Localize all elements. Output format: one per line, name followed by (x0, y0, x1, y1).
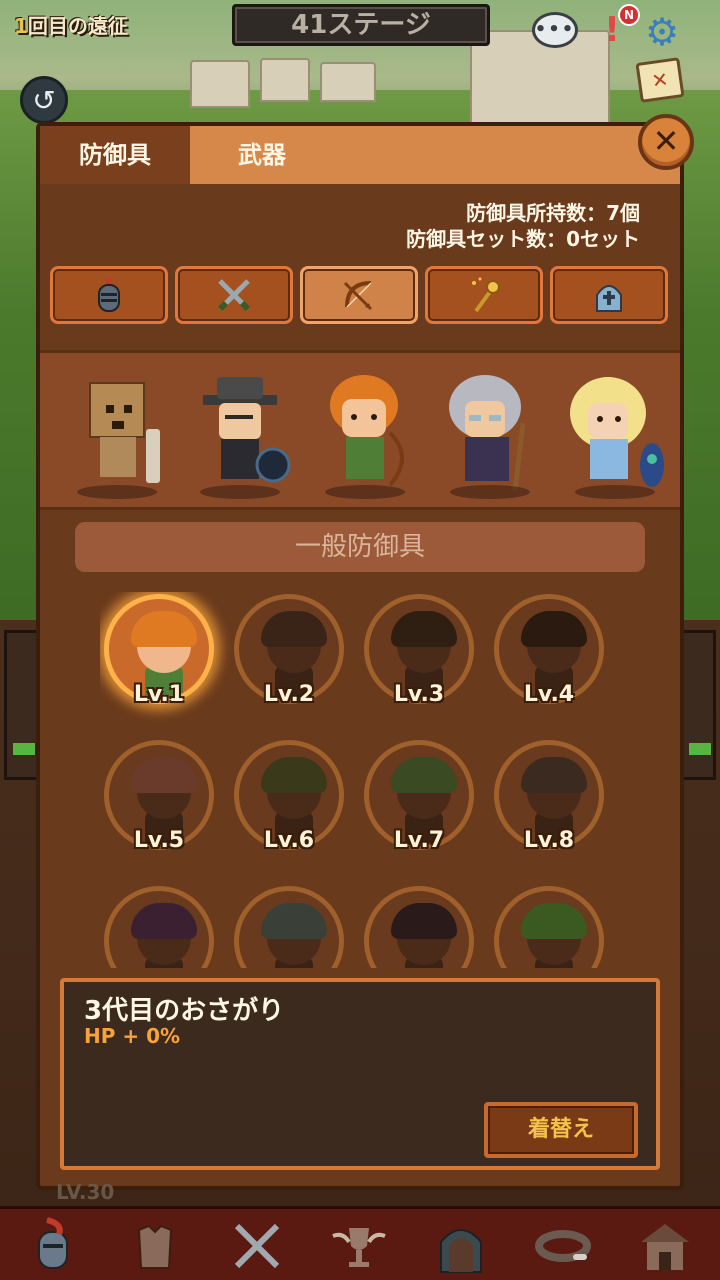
tab-armor[interactable]: 防御具 (40, 126, 190, 184)
class-mage-button[interactable] (425, 266, 543, 324)
nav-hero-button[interactable] (10, 1213, 96, 1279)
skin-slot[interactable]: Lv.1 (100, 592, 218, 712)
skin-slot[interactable] (490, 884, 608, 968)
skin-level-label: Lv.5 (133, 828, 185, 853)
class-knight-button[interactable] (50, 266, 168, 324)
set-count: 防御具セット数：0セット (406, 227, 640, 251)
skin-portrait (364, 886, 474, 968)
expedition-count: 1回目の遠征 (14, 14, 128, 38)
skin-slot[interactable]: Lv.7 (360, 738, 478, 858)
skin-level-label: Lv.3 (393, 682, 445, 707)
dungeon-gate-nav-icon (440, 1229, 482, 1273)
skin-level-label: Lv.1 (133, 682, 185, 707)
princess-hero[interactable] (560, 373, 670, 503)
skin-portrait (494, 886, 604, 968)
skin-level-label: Lv.8 (523, 828, 575, 853)
large-tent (470, 30, 610, 130)
crossed-swords-icon (217, 279, 251, 312)
hero-selector (40, 350, 680, 510)
skin-level-label: Lv.2 (263, 682, 315, 707)
skin-grid: Lv.1 Lv.2 Lv.3 Lv.4 Lv.5 Lv.6 Lv.7 Lv.8 (100, 592, 620, 968)
rewind-icon[interactable]: ↺ (20, 76, 68, 124)
armor-counts: 防御具所持数：7個 防御具セット数：0セット (300, 200, 640, 252)
skin-stat: HP + 0% (84, 1024, 181, 1048)
magic-staff-icon (472, 277, 500, 313)
class-archer-button[interactable] (300, 266, 418, 324)
close-button[interactable]: ✕ (638, 114, 694, 170)
side-panel-right (680, 630, 716, 780)
nav-shop-button[interactable] (622, 1213, 708, 1279)
nav-dungeon-button[interactable] (418, 1213, 504, 1279)
swords-nav-icon (234, 1223, 280, 1269)
skin-info-panel: 3代目のおさがり HP + 0% 着替え (60, 978, 660, 1170)
knight-helmet-nav-icon (38, 1217, 68, 1269)
shop-nav-icon (641, 1224, 689, 1270)
bow-arrow-icon (343, 281, 373, 311)
fedora-chef-hero[interactable] (185, 373, 295, 503)
skin-portrait (234, 886, 344, 968)
collar-nav-icon (535, 1230, 591, 1262)
side-panel-left (4, 630, 40, 780)
wizard-elder-hero[interactable] (435, 373, 545, 503)
change-outfit-button[interactable]: 着替え (484, 1102, 638, 1158)
owned-count: 防御具所持数：7個 (466, 201, 640, 225)
class-priest-button[interactable] (550, 266, 668, 324)
archer-girl-hero[interactable] (310, 373, 420, 503)
tab-weapon[interactable]: 武器 (190, 126, 680, 184)
nav-pet-button[interactable] (520, 1213, 606, 1279)
skin-slot[interactable]: Lv.5 (100, 738, 218, 858)
nav-armor-button[interactable] (112, 1213, 198, 1279)
skin-level-label: Lv.7 (393, 828, 445, 853)
trophy-nav-icon (332, 1228, 386, 1267)
section-title: 一般防御具 (75, 522, 645, 572)
tent (260, 58, 310, 102)
bottom-nav (0, 1206, 720, 1280)
skin-slot[interactable]: Lv.6 (230, 738, 348, 858)
hero-level-label: LV.30 (56, 1180, 115, 1204)
class-filter (50, 266, 670, 324)
notice-badge: N (618, 4, 640, 26)
box-head-hero[interactable] (62, 373, 172, 503)
skin-slot[interactable] (100, 884, 218, 968)
skin-slot[interactable]: Lv.3 (360, 592, 478, 712)
nav-weapon-button[interactable] (214, 1213, 300, 1279)
class-warrior-button[interactable] (175, 266, 293, 324)
map-icon[interactable]: ✕ (635, 57, 685, 103)
tent (190, 60, 250, 108)
tab-bar: 防御具 武器 (40, 126, 680, 184)
skin-slot[interactable] (360, 884, 478, 968)
chat-icon[interactable]: ••• (532, 12, 578, 48)
skin-slot[interactable]: Lv.2 (230, 592, 348, 712)
skin-slot[interactable]: Lv.8 (490, 738, 608, 858)
skin-level-label: Lv.6 (263, 828, 315, 853)
skin-level-label: Lv.4 (523, 682, 575, 707)
skin-name: 3代目のおさがり (84, 996, 285, 1026)
gear-icon[interactable]: ⚙ (640, 10, 684, 54)
priest-hat-icon (596, 285, 622, 312)
skin-portrait (104, 886, 214, 968)
tent (320, 62, 376, 102)
skin-slot[interactable]: Lv.4 (490, 592, 608, 712)
knight-helmet-icon (98, 278, 120, 312)
stage-indicator: 41ステージ (232, 4, 490, 46)
nav-trophy-button[interactable] (316, 1213, 402, 1279)
armor-nav-icon (137, 1224, 173, 1269)
skin-slot[interactable] (230, 884, 348, 968)
